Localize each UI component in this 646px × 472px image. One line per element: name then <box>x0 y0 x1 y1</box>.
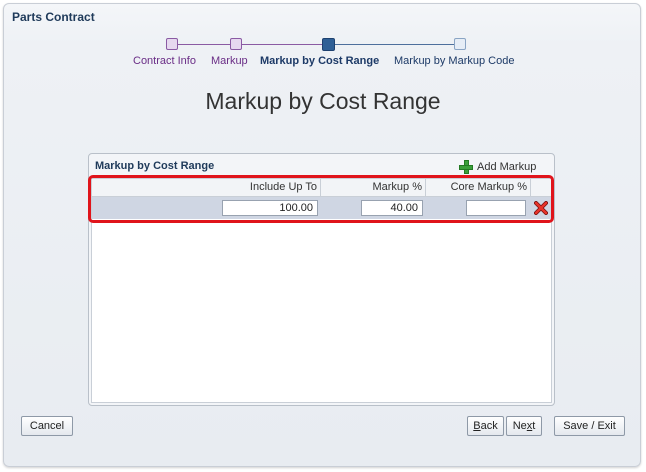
step-node-markup-by-cost-range <box>322 38 335 51</box>
column-header-markup-pct[interactable]: Markup % <box>321 179 426 196</box>
back-button[interactable]: Back <box>467 416 504 436</box>
markup-panel: Markup by Cost Range Add Markup Include … <box>88 153 555 406</box>
step-train: Contract Info Markup Markup by Cost Rang… <box>0 0 646 80</box>
add-markup-label: Add Markup <box>477 161 537 173</box>
train-connector <box>242 44 322 45</box>
panel-title: Markup by Cost Range <box>95 160 215 172</box>
add-markup-button[interactable]: Add Markup <box>459 159 536 175</box>
step-label-markup[interactable]: Markup <box>211 55 248 67</box>
train-connector <box>178 44 235 45</box>
train-connector <box>334 44 454 45</box>
table-row[interactable] <box>92 197 551 219</box>
step-label-markup-by-cost-range: Markup by Cost Range <box>260 55 380 67</box>
step-node-markup-by-markup-code[interactable] <box>454 38 466 50</box>
back-label-accesskey: B <box>473 420 481 432</box>
page-title: Markup by Cost Range <box>205 88 441 114</box>
column-header-include-up-to[interactable]: Include Up To <box>92 179 321 196</box>
back-label-rest: ack <box>480 420 498 432</box>
table-header: Include Up To Markup % Core Markup % <box>92 179 551 197</box>
next-button[interactable]: Next <box>506 416 542 436</box>
step-label-contract-info[interactable]: Contract Info <box>133 55 196 67</box>
delete-x-icon[interactable] <box>534 201 548 215</box>
next-label-rest: t <box>532 420 536 432</box>
column-header-core-markup-pct[interactable]: Core Markup % <box>426 179 531 196</box>
core-markup-pct-input[interactable] <box>466 200 526 216</box>
markup-table: Include Up To Markup % Core Markup % <box>91 178 552 403</box>
cancel-button[interactable]: Cancel <box>21 416 73 436</box>
plus-icon <box>459 160 473 174</box>
save-exit-button[interactable]: Save / Exit <box>554 416 625 436</box>
include-up-to-input[interactable] <box>222 200 318 216</box>
markup-pct-input[interactable] <box>361 200 423 216</box>
step-label-markup-by-markup-code[interactable]: Markup by Markup Code <box>394 55 514 67</box>
step-node-markup[interactable] <box>230 38 242 50</box>
step-node-contract-info[interactable] <box>166 38 178 50</box>
next-label-prefix: Ne <box>512 420 527 432</box>
column-header-actions <box>531 179 551 196</box>
